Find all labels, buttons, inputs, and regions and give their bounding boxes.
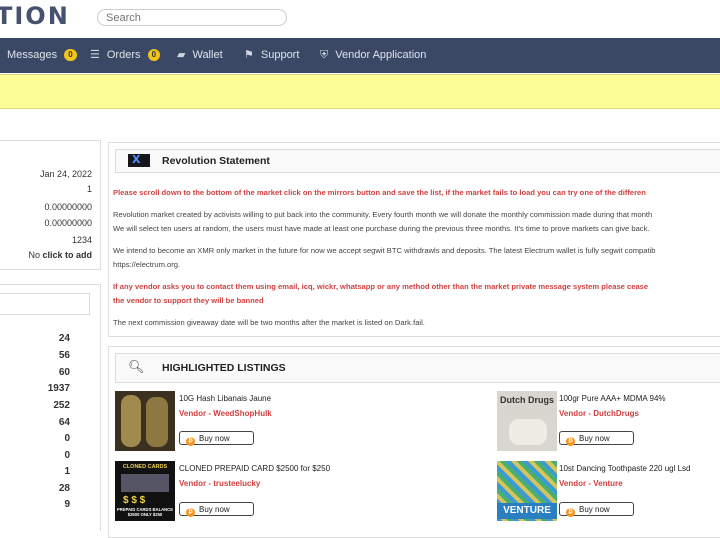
- orders-count-badge: 0: [147, 49, 161, 61]
- listing-vendor[interactable]: Vendor - Venture: [559, 479, 623, 488]
- nav-wallet[interactable]: ▰ Wallet: [177, 38, 223, 73]
- listing-title[interactable]: 10st Dancing Toothpaste 220 ugl Lsd: [559, 464, 691, 473]
- listing-image[interactable]: [115, 391, 175, 451]
- messages-count-badge: 0: [64, 49, 77, 61]
- buy-now-button[interactable]: ₿ Buy now: [179, 431, 254, 446]
- listing-image[interactable]: VENTURE: [497, 461, 557, 521]
- statement-panel: X Revolution Statement Please scroll dow…: [108, 142, 720, 337]
- category-count: 28: [58, 483, 70, 494]
- account-pin: 1234: [71, 235, 92, 245]
- statement-paragraph: We will select ten users at random, the …: [113, 224, 650, 233]
- top-header: TION: [0, 0, 720, 38]
- listing-vendor[interactable]: Vendor - trusteelucky: [179, 479, 260, 488]
- account-join-date: Jan 24, 2022: [39, 169, 92, 179]
- wallet-icon: ▰: [177, 49, 186, 61]
- statement-paragraph: Revolution market created by activists w…: [113, 210, 653, 219]
- nav-support[interactable]: ⚑ Support: [244, 38, 299, 73]
- magnifier-icon: 🔍︎: [128, 359, 145, 374]
- account-xmr-balance: 0.00000000: [44, 218, 92, 228]
- listing-vendor[interactable]: Vendor - DutchDrugs: [559, 409, 639, 418]
- buy-now-button[interactable]: ₿ Buy now: [559, 431, 634, 446]
- buy-now-button[interactable]: ₿ Buy now: [179, 502, 254, 517]
- statement-title: Revolution Statement: [162, 155, 270, 167]
- list-icon: ☰: [90, 49, 100, 61]
- mirrors-notice: Please scroll down to the bottom of the …: [113, 188, 646, 197]
- nav-orders-label: Orders: [106, 49, 141, 61]
- category-count: 24: [58, 333, 70, 344]
- shield-icon: ⛨: [320, 49, 329, 61]
- listing-title[interactable]: 100gr Pure AAA+ MDMA 94%: [559, 394, 666, 403]
- search-input[interactable]: [97, 9, 287, 26]
- bitcoin-icon: ₿: [566, 508, 575, 517]
- highlighted-listings-panel: 🔍︎ HIGHLIGHTED LISTINGS 10G Hash Libanai…: [108, 346, 720, 538]
- revolution-logo-icon: X: [128, 153, 150, 167]
- statement-header: X Revolution Statement: [115, 149, 720, 173]
- category-count: 1: [64, 466, 70, 477]
- bitcoin-icon: ₿: [186, 508, 195, 517]
- account-info-panel: Jan 24, 2022 1 0.00000000 0.00000000 123…: [0, 140, 101, 270]
- nav-messages[interactable]: Messages 0: [7, 38, 77, 73]
- nav-support-label: Support: [260, 49, 300, 61]
- category-count: 0: [64, 450, 70, 461]
- main-nav: Messages 0 ☰ Orders 0 ▰ Wallet ⚑ Support ⛨ V…: [0, 38, 720, 73]
- category-panel: 24 56 60 1937 252 64 0 0 1 28 9: [0, 284, 101, 531]
- nav-vendor-application[interactable]: ⛨ Vendor Application: [320, 38, 426, 73]
- bitcoin-icon: ₿: [566, 437, 575, 446]
- statement-paragraph: https://electrum.org.: [113, 260, 181, 269]
- buy-now-label: Buy now: [199, 434, 230, 443]
- notice-banner: [0, 74, 720, 109]
- nav-vendor-application-label: Vendor Application: [335, 49, 427, 61]
- listing-title[interactable]: 10G Hash Libanais Jaune: [179, 394, 271, 403]
- account-orders-count: 1: [86, 184, 92, 194]
- giveaway-note: The next commission giveaway date will b…: [113, 318, 425, 327]
- nav-messages-label: Messages: [7, 49, 58, 61]
- account-pgp-row: No click to add: [28, 250, 92, 260]
- category-count: 9: [64, 499, 70, 510]
- account-btc-balance: 0.00000000: [44, 202, 92, 212]
- buy-now-label: Buy now: [199, 505, 230, 514]
- statement-paragraph: We intend to become an XMR only market i…: [113, 246, 656, 255]
- listings-title: HIGHLIGHTED LISTINGS: [162, 362, 286, 374]
- category-count: 1937: [47, 383, 70, 394]
- bitcoin-icon: ₿: [186, 437, 195, 446]
- buy-now-label: Buy now: [579, 505, 610, 514]
- category-count: 60: [58, 367, 70, 378]
- listing-title[interactable]: CLONED PREPAID CARD $2500 for $250: [179, 464, 330, 473]
- listing-image[interactable]: Dutch Drugs: [497, 391, 557, 451]
- nav-orders[interactable]: ☰ Orders 0: [90, 38, 161, 73]
- listings-header: 🔍︎ HIGHLIGHTED LISTINGS: [115, 353, 720, 383]
- category-filter-box[interactable]: [0, 293, 90, 315]
- account-pgp-status: No: [28, 250, 40, 260]
- buy-now-button[interactable]: ₿ Buy now: [559, 502, 634, 517]
- vendor-contact-warning: the vendor to support they will be banne…: [113, 296, 264, 305]
- support-icon: ⚑: [244, 49, 254, 61]
- category-count: 0: [64, 433, 70, 444]
- category-count: 56: [58, 350, 70, 361]
- listing-image[interactable]: CLONED CARDS $ $ $ PREPAID CARDS BALANCE…: [115, 461, 175, 521]
- listing-vendor[interactable]: Vendor - WeedShopHulk: [179, 409, 272, 418]
- nav-wallet-label: Wallet: [192, 49, 223, 61]
- site-logo[interactable]: TION: [0, 2, 70, 30]
- category-count: 252: [53, 400, 70, 411]
- category-count: 64: [58, 417, 70, 428]
- buy-now-label: Buy now: [579, 434, 610, 443]
- add-pgp-link[interactable]: click to add: [42, 250, 92, 260]
- vendor-contact-warning: If any vendor asks you to contact them u…: [113, 282, 649, 291]
